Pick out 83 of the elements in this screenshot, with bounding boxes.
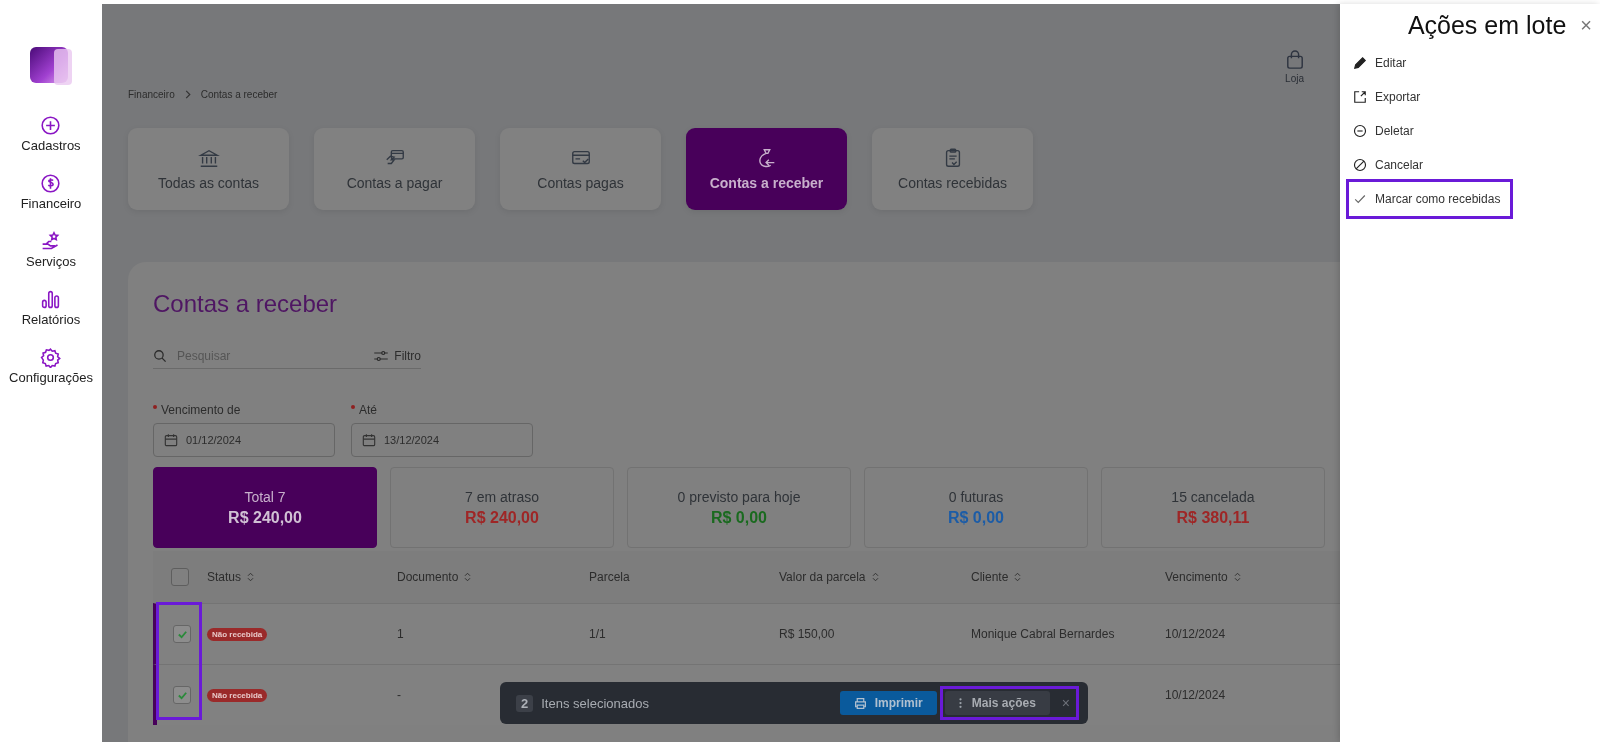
- table-cell: 1/1: [589, 627, 606, 641]
- column-header[interactable]: Documento: [397, 570, 589, 584]
- column-header[interactable]: Valor da parcela: [779, 570, 971, 584]
- drawer-title: Ações em lote: [1407, 10, 1567, 40]
- close-button[interactable]: ×: [1580, 13, 1592, 37]
- column-header[interactable]: Parcela: [589, 570, 779, 584]
- category-tab[interactable]: Contas a pagar: [314, 128, 475, 210]
- filter-button[interactable]: Filtro: [373, 349, 421, 363]
- select-all-checkbox[interactable]: [171, 568, 189, 586]
- minus-circle-icon: [1353, 124, 1367, 138]
- panel-title: Contas a receber: [153, 290, 339, 318]
- summary-card[interactable]: 0 previsto para hoje R$ 0,00: [627, 467, 851, 548]
- calendar-icon: [362, 433, 376, 447]
- print-button[interactable]: Imprimir: [839, 691, 937, 715]
- category-tab[interactable]: Contas pagas: [500, 128, 661, 210]
- check-icon: [1353, 192, 1367, 206]
- column-header[interactable]: Status: [207, 570, 397, 584]
- kebab-icon: [958, 697, 962, 709]
- count-badge: 2: [516, 694, 534, 712]
- breadcrumb-link[interactable]: Financeiro: [128, 88, 175, 100]
- sidebar-item[interactable]: Configurações: [9, 347, 93, 385]
- table-cell: 10/12/2024: [1165, 627, 1226, 641]
- sidebar-item[interactable]: Financeiro: [20, 173, 82, 211]
- settings-icon: [40, 347, 62, 368]
- status-badge: Não recebida: [207, 688, 268, 702]
- calendar-icon: [164, 433, 178, 447]
- shopping-bag-icon: [1285, 50, 1304, 70]
- summary-card[interactable]: 15 cancelada R$ 380,11: [1101, 467, 1325, 548]
- dollar-circle-icon: [40, 173, 62, 194]
- sidebar-item[interactable]: Serviços: [26, 231, 76, 269]
- row-checkbox[interactable]: [173, 686, 191, 704]
- more-actions-button[interactable]: Mais ações: [944, 691, 1050, 715]
- sort-icon: [464, 572, 472, 582]
- hand-star-icon: [40, 231, 62, 252]
- table-cell: 10/12/2024: [1165, 688, 1226, 702]
- share-icon: [1353, 90, 1367, 104]
- column-header[interactable]: Vencimento: [1165, 570, 1315, 584]
- chevron-right-icon: [184, 89, 191, 99]
- column-header[interactable]: Cliente: [971, 570, 1165, 584]
- summary-card[interactable]: 0 futuras R$ 0,00: [864, 467, 1088, 548]
- bank-icon: [197, 147, 220, 169]
- summary-card[interactable]: Total 7 R$ 240,00: [153, 467, 377, 548]
- action-menu-item[interactable]: Marcar como recebidas: [1349, 182, 1511, 216]
- selection-label: Itens selecionados: [541, 695, 650, 711]
- table-cell: R$ 150,00: [779, 627, 835, 641]
- plus-circle-icon: [40, 115, 62, 136]
- store-button[interactable]: Loja: [1285, 50, 1304, 84]
- required-mark-icon: [351, 405, 355, 409]
- check-icon: [176, 689, 188, 701]
- search-icon: [153, 349, 167, 363]
- category-tab[interactable]: Contas recebidas: [872, 128, 1033, 210]
- table-cell: Monique Cabral Bernardes: [971, 627, 1115, 641]
- sort-icon: [247, 572, 255, 582]
- sliders-icon: [373, 350, 390, 362]
- sort-icon: [871, 572, 879, 582]
- field-label: Até: [359, 403, 377, 417]
- row-checkbox[interactable]: [173, 625, 191, 643]
- prohibited-icon: [1353, 158, 1367, 172]
- action-menu-item[interactable]: Deletar: [1353, 114, 1424, 148]
- sidebar-item[interactable]: Relatórios: [21, 289, 81, 327]
- table-cell: -: [397, 688, 401, 702]
- category-tab[interactable]: Todas as contas: [128, 128, 289, 210]
- sort-icon: [1233, 572, 1241, 582]
- status-badge: Não recebida: [207, 627, 268, 641]
- table-cell: 1: [397, 627, 404, 641]
- summary-card[interactable]: 7 em atraso R$ 240,00: [390, 467, 614, 548]
- logo-icon: [30, 47, 72, 85]
- pencil-icon: [1353, 56, 1367, 70]
- action-menu-item[interactable]: Exportar: [1353, 80, 1431, 114]
- required-mark-icon: [153, 405, 157, 409]
- action-menu-item[interactable]: Editar: [1353, 46, 1417, 80]
- sidebar-item[interactable]: Cadastros: [21, 115, 81, 153]
- sort-icon: [1014, 572, 1022, 582]
- breadcrumb-link[interactable]: Contas a receber: [200, 88, 278, 100]
- printer-icon: [853, 696, 867, 710]
- action-menu-item[interactable]: Cancelar: [1353, 148, 1434, 182]
- close-button[interactable]: ×: [1057, 695, 1074, 711]
- bar-chart-icon: [40, 289, 62, 310]
- check-icon: [176, 628, 188, 640]
- field-label: Vencimento de: [161, 403, 241, 417]
- date-field[interactable]: 01/12/2024: [153, 423, 335, 457]
- date-field[interactable]: 13/12/2024: [351, 423, 533, 457]
- category-tab[interactable]: Contas a receber: [686, 128, 847, 210]
